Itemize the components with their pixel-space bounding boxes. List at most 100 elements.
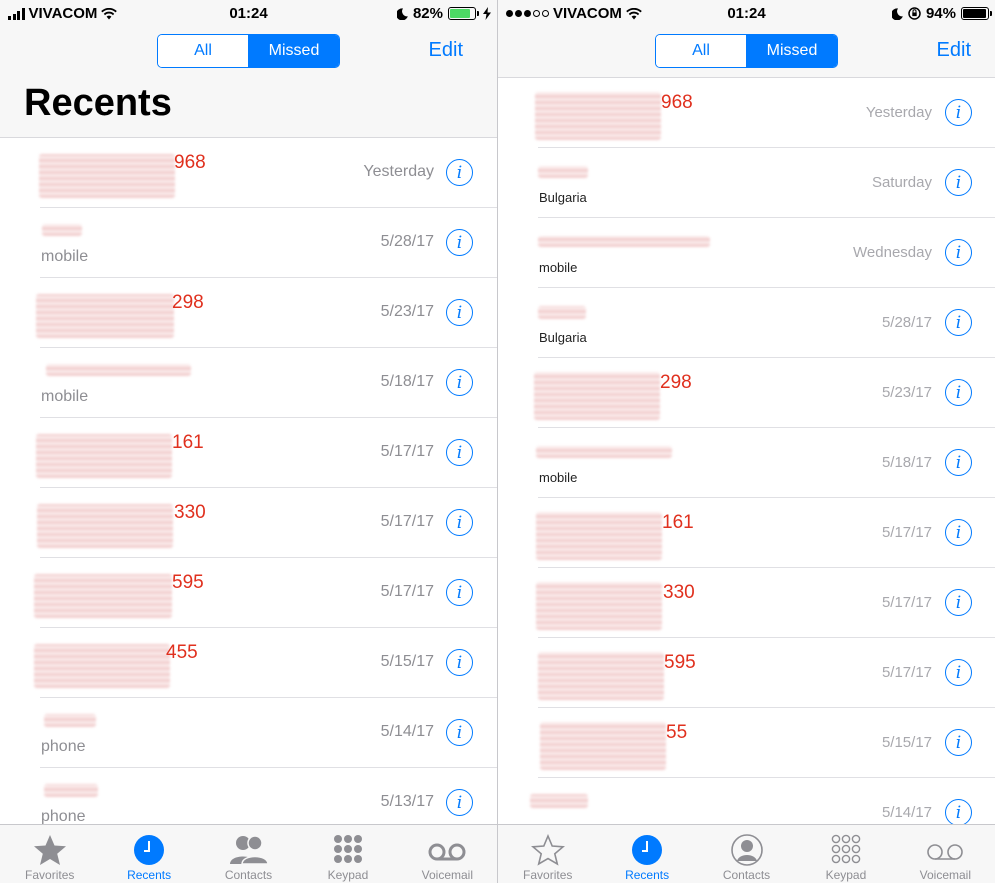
tab-label: Recents bbox=[625, 868, 670, 882]
info-icon[interactable]: i bbox=[945, 659, 972, 686]
redacted-contact bbox=[36, 434, 172, 478]
list-item[interactable]: 595 5/17/17 i bbox=[0, 558, 497, 628]
list-item[interactable]: phone 5/14/17 i bbox=[0, 698, 497, 768]
list-item[interactable]: 161 5/17/17 i bbox=[498, 498, 995, 568]
edit-button[interactable]: Edit bbox=[937, 39, 971, 62]
list-item[interactable]: 161 5/17/17 i bbox=[0, 418, 497, 488]
battery-icon bbox=[961, 7, 992, 20]
list-item[interactable]: 330 5/17/17 i bbox=[0, 488, 497, 558]
list-item[interactable]: mobile Wednesday i bbox=[498, 218, 995, 288]
status-right: 94% bbox=[891, 5, 992, 22]
info-icon[interactable]: i bbox=[446, 229, 473, 256]
contacts-icon bbox=[229, 835, 269, 865]
tab-bar: Favorites Recents Contacts Keypad Voicem… bbox=[498, 824, 995, 883]
list-item[interactable]: 298 5/23/17 i bbox=[498, 358, 995, 428]
all-segment[interactable]: All bbox=[158, 35, 248, 67]
info-icon[interactable]: i bbox=[945, 449, 972, 476]
info-icon[interactable]: i bbox=[945, 729, 972, 756]
star-icon bbox=[33, 835, 66, 865]
charging-bolt-icon bbox=[483, 7, 491, 20]
info-icon[interactable]: i bbox=[446, 159, 473, 186]
redacted-contact bbox=[535, 92, 661, 140]
info-icon[interactable]: i bbox=[446, 509, 473, 536]
redacted-contact bbox=[44, 714, 96, 727]
tab-keypad[interactable]: Keypad bbox=[298, 825, 397, 883]
redacted-contact bbox=[37, 504, 173, 548]
call-date: 5/23/17 bbox=[881, 384, 932, 401]
info-icon[interactable]: i bbox=[945, 519, 972, 546]
info-icon[interactable]: i bbox=[446, 299, 473, 326]
caller-name: 968 bbox=[661, 92, 693, 113]
tab-voicemail[interactable]: Voicemail bbox=[896, 825, 995, 883]
list-item[interactable]: 968 Yesterday i bbox=[498, 78, 995, 148]
left-screen: VIVACOM 01:24 82% All Missed Edit Recent… bbox=[0, 0, 497, 883]
info-icon[interactable]: i bbox=[945, 99, 972, 126]
call-type: mobile bbox=[41, 388, 89, 405]
keypad-icon bbox=[831, 834, 861, 864]
info-icon[interactable]: i bbox=[446, 789, 473, 816]
tab-recents[interactable]: Recents bbox=[597, 825, 696, 883]
star-icon bbox=[530, 834, 565, 866]
moon-icon bbox=[396, 7, 408, 20]
status-right: 82% bbox=[396, 5, 491, 22]
caller-name: 298 bbox=[660, 372, 692, 393]
info-icon[interactable]: i bbox=[446, 719, 473, 746]
caller-name: 595 bbox=[172, 572, 204, 593]
tab-favorites[interactable]: Favorites bbox=[0, 825, 99, 883]
tab-contacts[interactable]: Contacts bbox=[199, 825, 298, 883]
call-type: mobile bbox=[41, 248, 89, 265]
info-icon[interactable]: i bbox=[945, 799, 972, 826]
status-bar: VIVACOM 01:24 82% bbox=[0, 0, 497, 26]
call-date: 5/17/17 bbox=[380, 583, 434, 600]
call-date: 5/18/17 bbox=[881, 454, 932, 471]
info-icon[interactable]: i bbox=[446, 579, 473, 606]
call-type: mobile bbox=[539, 260, 578, 275]
tab-voicemail[interactable]: Voicemail bbox=[398, 825, 497, 883]
info-icon[interactable]: i bbox=[446, 369, 473, 396]
call-type: Bulgaria bbox=[539, 330, 587, 345]
redacted-contact bbox=[36, 294, 174, 338]
caller-name: 595 bbox=[664, 652, 696, 673]
caller-name: 330 bbox=[663, 582, 695, 603]
tab-contacts[interactable]: Contacts bbox=[697, 825, 796, 883]
info-icon[interactable]: i bbox=[945, 379, 972, 406]
redacted-contact bbox=[530, 794, 588, 808]
edit-button[interactable]: Edit bbox=[429, 39, 463, 62]
tab-label: Voicemail bbox=[919, 868, 971, 882]
tab-recents[interactable]: Recents bbox=[99, 825, 198, 883]
info-icon[interactable]: i bbox=[945, 169, 972, 196]
right-screen: VIVACOM 01:24 94% All Missed Edit 968 Ye… bbox=[498, 0, 995, 883]
list-item[interactable]: mobile 5/18/17 i bbox=[0, 348, 497, 418]
call-date: Yesterday bbox=[865, 104, 932, 121]
missed-segment[interactable]: Missed bbox=[746, 35, 837, 67]
list-item[interactable]: 455 5/15/17 i bbox=[0, 628, 497, 698]
moon-icon bbox=[891, 7, 903, 20]
tab-label: Contacts bbox=[224, 868, 273, 882]
keypad-icon bbox=[333, 835, 362, 863]
list-item[interactable]: mobile 5/28/17 i bbox=[0, 208, 497, 278]
list-item[interactable]: mobile 5/18/17 i bbox=[498, 428, 995, 498]
info-icon[interactable]: i bbox=[945, 309, 972, 336]
list-item[interactable]: 330 5/17/17 i bbox=[498, 568, 995, 638]
call-date: 5/23/17 bbox=[380, 303, 434, 320]
rotation-lock-icon bbox=[908, 7, 921, 20]
all-segment[interactable]: All bbox=[656, 35, 746, 67]
info-icon[interactable]: i bbox=[945, 589, 972, 616]
list-item[interactable]: 968 Yesterday i bbox=[0, 138, 497, 208]
list-item[interactable]: Bulgaria 5/28/17 i bbox=[498, 288, 995, 358]
tab-keypad[interactable]: Keypad bbox=[796, 825, 895, 883]
list-item[interactable]: 55 5/15/17 i bbox=[498, 708, 995, 778]
list-item[interactable]: 298 5/23/17 i bbox=[0, 278, 497, 348]
info-icon[interactable]: i bbox=[446, 649, 473, 676]
list-item[interactable]: Bulgaria Saturday i bbox=[498, 148, 995, 218]
info-icon[interactable]: i bbox=[446, 439, 473, 466]
missed-segment[interactable]: Missed bbox=[248, 35, 339, 67]
call-filter-segmented-control: All Missed bbox=[655, 34, 838, 68]
tab-favorites[interactable]: Favorites bbox=[498, 825, 597, 883]
caller-name: 455 bbox=[166, 642, 198, 663]
caller-name: 55 bbox=[666, 722, 688, 743]
list-item[interactable]: 595 5/17/17 i bbox=[498, 638, 995, 708]
battery-icon bbox=[448, 7, 479, 20]
info-icon[interactable]: i bbox=[945, 239, 972, 266]
call-date: Wednesday bbox=[853, 244, 932, 261]
